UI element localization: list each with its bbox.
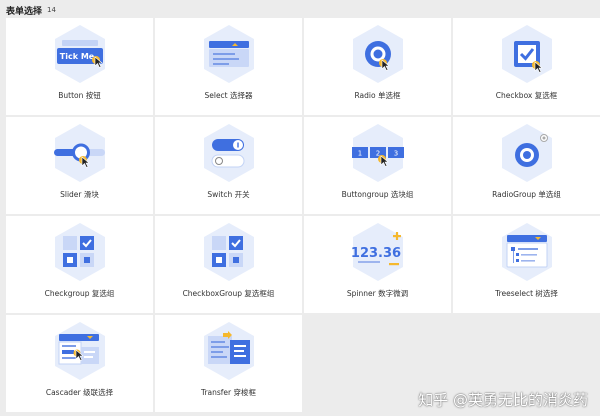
card-switch[interactable]: Switch 开关	[155, 117, 302, 214]
card-radiogroup[interactable]: RadioGroup 单选组	[453, 117, 600, 214]
button-icon: Tick Me	[55, 25, 105, 83]
card-label: Spinner 数字微调	[346, 289, 409, 298]
buttongroup-icon: 1 2 3	[352, 124, 404, 182]
card-transfer[interactable]: Transfer 穿梭框	[155, 315, 302, 412]
card-select[interactable]: Select 选择器	[155, 18, 302, 115]
card-cascader[interactable]: Cascader 级联选择	[6, 315, 153, 412]
card-label: CheckboxGroup 复选框组	[182, 289, 275, 298]
slider-icon	[54, 124, 105, 182]
item-count: 14	[47, 6, 56, 14]
buttongroup-digit-1: 1	[358, 150, 362, 158]
card-button[interactable]: Tick Me Button 按钮	[6, 18, 153, 115]
checkgroup-icon	[55, 223, 105, 281]
card-label: Checkbox 复选框	[495, 91, 558, 100]
component-grid: Tick Me Button 按钮 Select 选择器 Radio 单选框 C…	[6, 18, 600, 412]
select-icon	[204, 25, 254, 83]
card-label: Buttongroup 选块组	[341, 190, 414, 199]
card-treeselect[interactable]: Treeselect 树选择	[453, 216, 600, 313]
radio-icon	[353, 25, 403, 83]
spinner-number: 123.36	[351, 246, 401, 261]
section-header: 表单选择 14	[6, 3, 56, 17]
buttongroup-digit-3: 3	[394, 150, 398, 158]
card-label: Radio 单选框	[354, 91, 401, 100]
card-label: Treeselect 树选择	[495, 289, 558, 298]
watermark: 知乎 @英勇无比的消炎药	[418, 391, 588, 409]
card-label: Slider 滑块	[60, 190, 99, 199]
cascader-icon	[55, 322, 105, 380]
card-label: Select 选择器	[204, 91, 253, 100]
button-icon-text: Tick Me	[60, 52, 95, 61]
card-label: Switch 开关	[207, 190, 250, 199]
card-label: Transfer 穿梭框	[200, 388, 257, 397]
card-spinner[interactable]: 123.36 Spinner 数字微调	[304, 216, 451, 313]
card-checkgroup[interactable]: Checkgroup 复选组	[6, 216, 153, 313]
checkboxgroup-icon	[204, 223, 254, 281]
card-checkboxgroup[interactable]: CheckboxGroup 复选框组	[155, 216, 302, 313]
treeselect-icon	[502, 223, 552, 281]
checkbox-icon	[502, 25, 552, 83]
card-checkbox[interactable]: Checkbox 复选框	[453, 18, 600, 115]
card-label: Cascader 级联选择	[45, 388, 114, 397]
card-radio[interactable]: Radio 单选框	[304, 18, 451, 115]
switch-icon	[204, 124, 254, 182]
radiogroup-icon	[502, 124, 552, 182]
section-title: 表单选择	[6, 6, 43, 17]
card-label: Checkgroup 复选组	[44, 289, 115, 298]
card-slider[interactable]: Slider 滑块	[6, 117, 153, 214]
card-label: Button 按钮	[58, 91, 101, 100]
spinner-icon: 123.36	[351, 223, 403, 281]
card-label: RadioGroup 单选组	[492, 190, 561, 199]
transfer-icon	[204, 322, 254, 380]
card-buttongroup[interactable]: 1 2 3 Buttongroup 选块组	[304, 117, 451, 214]
